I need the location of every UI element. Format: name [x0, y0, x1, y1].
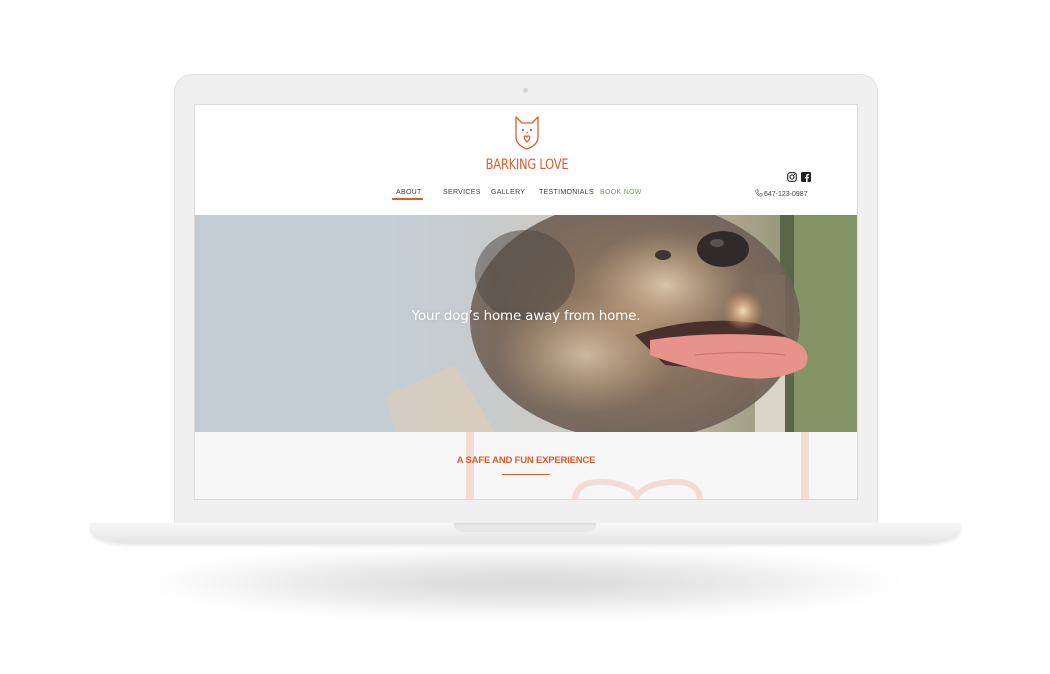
instagram-icon[interactable]: [787, 172, 797, 182]
brand-name[interactable]: BARKING LOVE: [255, 157, 799, 173]
hero-banner: Your dog’s home away from home.: [195, 215, 857, 432]
section-title-underline: [502, 474, 550, 475]
nav-item-services[interactable]: SERVICES: [443, 189, 481, 196]
facebook-icon[interactable]: [801, 172, 811, 182]
dog-heart-icon[interactable]: [513, 115, 541, 151]
nav-item-testimonials[interactable]: TESTIMONIALS: [539, 189, 594, 196]
hero-tagline: Your dog’s home away from home.: [411, 308, 641, 324]
active-nav-underline: [392, 198, 423, 200]
laptop-mockup-stage: BARKING LOVE ABOUT SERVICES GALLERY TEST…: [0, 0, 1050, 674]
section-title: A SAFE AND FUN EXPERIENCE: [456, 455, 596, 466]
laptop-notch: [454, 523, 596, 532]
dog-heart-watermark-icon: [466, 432, 809, 499]
website-screen: BARKING LOVE ABOUT SERVICES GALLERY TEST…: [194, 104, 858, 500]
nav-item-about[interactable]: ABOUT: [396, 189, 422, 196]
phone-number: 647-123-0987: [764, 191, 808, 198]
phone-contact[interactable]: 647-123-0987: [755, 189, 808, 198]
nav-item-book-now[interactable]: BOOK NOW: [600, 189, 642, 196]
laptop-shadow: [150, 548, 900, 618]
phone-icon: [755, 189, 763, 197]
camera-icon: [523, 88, 528, 93]
nav-item-gallery[interactable]: GALLERY: [491, 189, 525, 196]
site-header: BARKING LOVE ABOUT SERVICES GALLERY TEST…: [195, 105, 857, 215]
features-section: A SAFE AND FUN EXPERIENCE: [195, 432, 857, 499]
